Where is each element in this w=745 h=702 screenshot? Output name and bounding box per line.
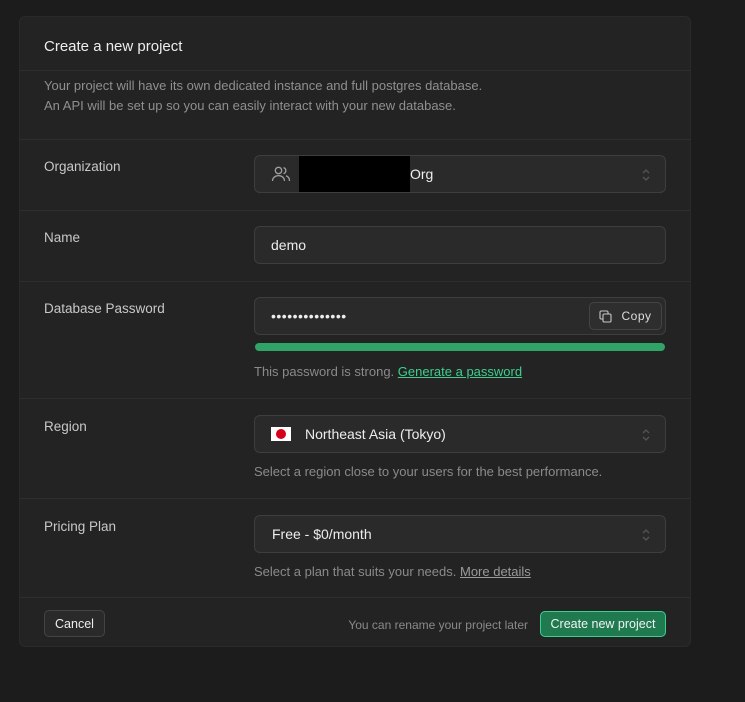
password-strength-hint: This password is strong. Generate a pass…: [254, 364, 522, 379]
chevron-updown-icon: [642, 529, 650, 541]
project-description: Your project will have its own dedicated…: [44, 76, 482, 116]
page-title: Create a new project: [44, 38, 183, 55]
description-line-2: An API will be set up so you can easily …: [44, 98, 456, 113]
password-value: ••••••••••••••: [271, 308, 347, 324]
copy-label: Copy: [621, 309, 652, 323]
password-input[interactable]: •••••••••••••• Copy: [254, 297, 666, 335]
password-strength-text: This password is strong.: [254, 364, 395, 379]
password-strength-bar: [255, 343, 665, 351]
generate-password-link[interactable]: Generate a password: [398, 364, 522, 379]
organization-value: Org: [410, 166, 434, 182]
pricing-hint: Select a plan that suits your needs. Mor…: [254, 564, 531, 579]
create-project-panel: Create a new project Your project will h…: [19, 16, 691, 647]
japan-flag-icon: [271, 427, 291, 441]
name-input[interactable]: demo: [254, 226, 666, 264]
name-section: Name demo: [20, 210, 690, 281]
redacted-org-name: [299, 156, 410, 192]
pricing-value: Free - $0/month: [272, 526, 372, 542]
more-details-link[interactable]: More details: [460, 564, 531, 579]
organization-section: Organization Org: [20, 139, 690, 211]
pricing-hint-text: Select a plan that suits your needs.: [254, 564, 457, 579]
name-value: demo: [271, 237, 307, 253]
region-select[interactable]: Northeast Asia (Tokyo): [254, 415, 666, 453]
panel-footer: Cancel You can rename your project later…: [20, 597, 690, 648]
region-section: Region Northeast Asia (Tokyo) Select a r…: [20, 398, 690, 499]
region-hint: Select a region close to your users for …: [254, 464, 603, 479]
pricing-select[interactable]: Free - $0/month: [254, 515, 666, 553]
users-icon: [271, 165, 291, 183]
chevron-updown-icon: [642, 429, 650, 441]
cancel-button[interactable]: Cancel: [44, 610, 105, 637]
create-project-button[interactable]: Create new project: [540, 611, 666, 637]
pricing-label: Pricing Plan: [44, 519, 117, 534]
copy-icon: [599, 309, 613, 323]
region-label: Region: [44, 419, 87, 434]
panel-header: Create a new project: [20, 17, 690, 71]
organization-select[interactable]: Org: [254, 155, 666, 193]
organization-label: Organization: [44, 159, 121, 174]
pricing-section: Pricing Plan Free - $0/month Select a pl…: [20, 498, 690, 598]
name-label: Name: [44, 230, 81, 245]
password-section: Database Password •••••••••••••• Copy: [20, 281, 690, 399]
chevron-updown-icon: [642, 169, 650, 181]
rename-note: You can rename your project later: [348, 618, 528, 632]
description-line-1: Your project will have its own dedicated…: [44, 78, 483, 93]
copy-password-button[interactable]: Copy: [589, 302, 662, 330]
password-label: Database Password: [44, 301, 165, 316]
region-value: Northeast Asia (Tokyo): [305, 426, 446, 442]
